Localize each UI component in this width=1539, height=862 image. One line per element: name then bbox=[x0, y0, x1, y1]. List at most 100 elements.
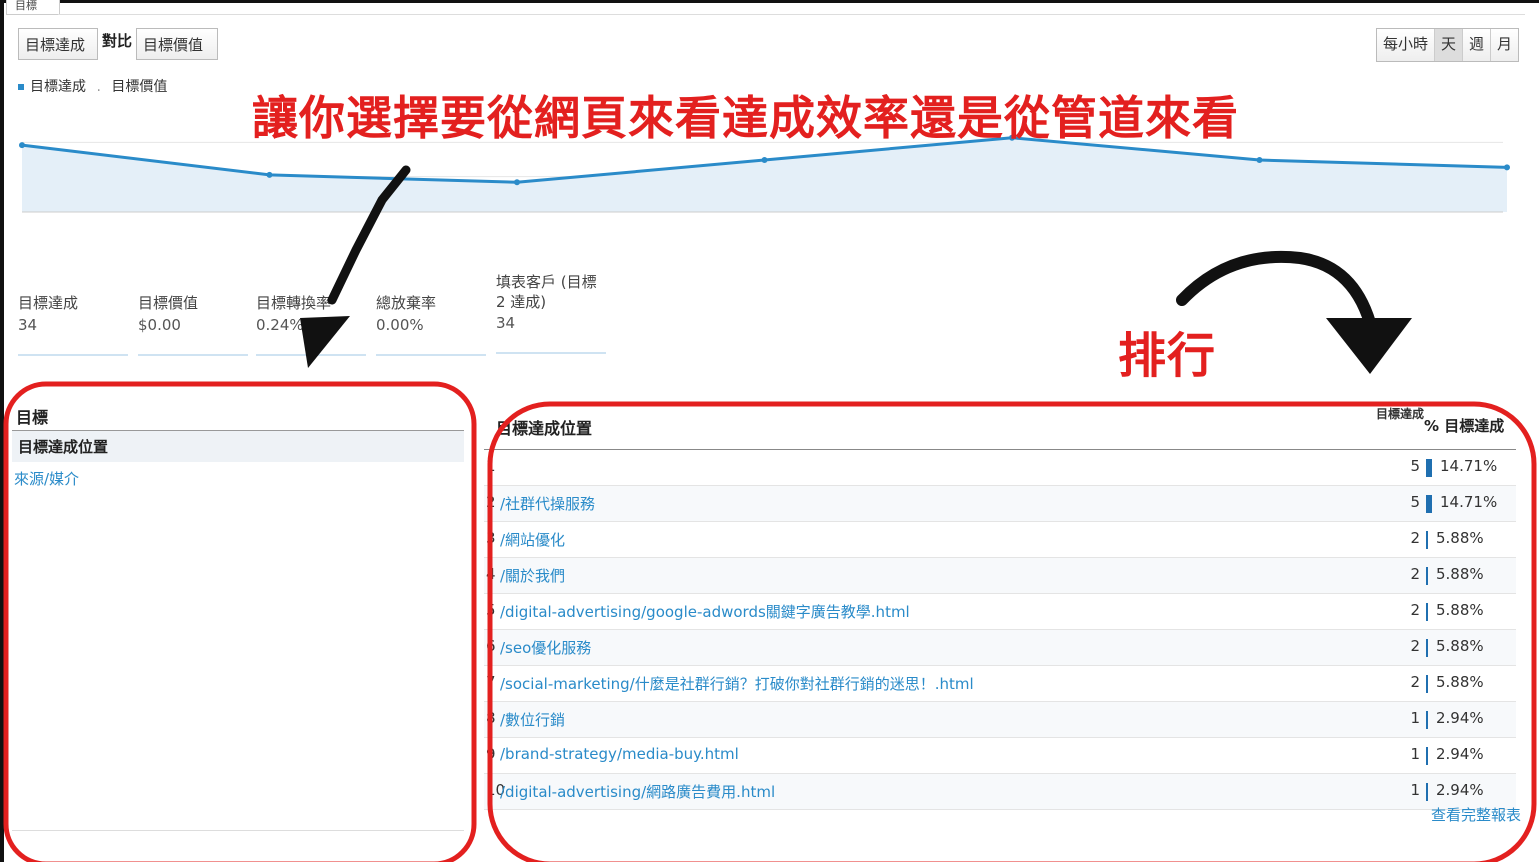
metric-value: 34 bbox=[18, 316, 38, 334]
row-index: 7 bbox=[486, 673, 496, 691]
row-count: 2 bbox=[1410, 637, 1420, 655]
row-page-link[interactable]: /數位行銷 bbox=[500, 709, 565, 730]
row-page-link[interactable]: /digital-advertising/網路廣告費用.html bbox=[500, 781, 775, 802]
table-row: 1 5 14.71% bbox=[484, 450, 1516, 486]
left-panel-divider bbox=[12, 830, 464, 831]
row-index: 1 bbox=[486, 457, 496, 475]
metric-a-select[interactable]: 目標達成 bbox=[18, 28, 98, 60]
metric-value: 0.00% bbox=[376, 316, 424, 334]
row-count: 1 bbox=[1410, 745, 1420, 763]
row-count: 5 bbox=[1410, 493, 1420, 511]
row-pct: 5.88% bbox=[1436, 637, 1484, 655]
row-page-link[interactable]: /網站優化 bbox=[500, 529, 565, 550]
row-index: 9 bbox=[486, 745, 496, 763]
report-tab[interactable]: 目標 bbox=[6, 0, 60, 15]
row-page-link[interactable]: /關於我們 bbox=[500, 565, 565, 586]
row-page-link[interactable]: /seo優化服務 bbox=[500, 637, 591, 658]
row-pct-bar bbox=[1426, 531, 1428, 549]
metric-value: $0.00 bbox=[138, 316, 181, 334]
metric-value: 0.24% bbox=[256, 316, 304, 334]
metric-label: 總放棄率 bbox=[376, 294, 437, 312]
annotation-top: 讓你選擇要從網頁來看達成效率還是從管道來看 bbox=[252, 91, 1239, 145]
series-point[interactable] bbox=[1256, 157, 1263, 163]
row-index: 2 bbox=[486, 493, 496, 511]
row-index: 6 bbox=[486, 637, 496, 655]
row-page-link[interactable]: /社群代操服務 bbox=[500, 493, 595, 514]
table-header: 目標達成位置 目標達成 % 目標達成 bbox=[484, 405, 1516, 450]
granularity-option[interactable]: 每小時 bbox=[1376, 29, 1435, 61]
series-area bbox=[22, 137, 1507, 212]
row-pct: 2.94% bbox=[1436, 709, 1484, 727]
metric-card[interactable]: 填表客戶 (目標 2 達成) 34 bbox=[496, 272, 608, 354]
row-index: 4 bbox=[486, 565, 496, 583]
row-count: 1 bbox=[1410, 709, 1420, 727]
col-page-header[interactable]: 目標達成位置 bbox=[496, 415, 592, 439]
row-pct-bar bbox=[1426, 639, 1428, 657]
series-dot-icon bbox=[18, 84, 24, 90]
col-pct-header[interactable]: % 目標達成 bbox=[1424, 415, 1504, 436]
row-page-link[interactable]: /brand-strategy/media-buy.html bbox=[500, 745, 739, 763]
row-pct: 2.94% bbox=[1436, 781, 1484, 799]
row-index: 5 bbox=[486, 601, 496, 619]
table-row: 3/網站優化 2 5.88% bbox=[484, 522, 1516, 558]
metric-sparkline bbox=[496, 332, 606, 354]
row-count: 2 bbox=[1410, 529, 1420, 547]
row-pct: 5.88% bbox=[1436, 565, 1484, 583]
metric-b-select[interactable]: 目標價值 bbox=[136, 28, 218, 60]
table-row: 2/社群代操服務 5 14.71% bbox=[484, 486, 1516, 522]
row-pct: 14.71% bbox=[1440, 493, 1498, 511]
series-point[interactable] bbox=[19, 142, 25, 149]
dimension-selected[interactable]: 目標達成位置 bbox=[12, 430, 464, 462]
chart-legend: 目標達成 . 目標價值 bbox=[18, 76, 167, 96]
table-row: 7/social-marketing/什麼是社群行銷？打破你對社群行銷的迷思！.… bbox=[484, 666, 1516, 702]
metric-label: 填表客戶 (目標 2 達成) bbox=[496, 273, 597, 311]
row-index: 8 bbox=[486, 709, 496, 727]
row-page-link[interactable]: /digital-advertising/google-adwords關鍵字廣告… bbox=[500, 601, 910, 622]
row-count: 2 bbox=[1410, 673, 1420, 691]
metric-sparkline bbox=[138, 334, 248, 356]
granularity-option[interactable]: 月 bbox=[1490, 29, 1518, 61]
row-pct: 14.71% bbox=[1440, 457, 1498, 475]
metric-label: 目標轉換率 bbox=[256, 294, 332, 312]
granularity-option[interactable]: 天 bbox=[1434, 29, 1463, 61]
metric-sparkline bbox=[18, 334, 128, 356]
metric-sparkline bbox=[256, 334, 366, 356]
metric-label: 目標價值 bbox=[138, 294, 199, 312]
table-row: 6/seo優化服務 2 5.88% bbox=[484, 630, 1516, 666]
table-row: 4/關於我們 2 5.88% bbox=[484, 558, 1516, 594]
metric-card[interactable]: 目標價值 $0.00 bbox=[138, 292, 250, 356]
series-point[interactable] bbox=[1504, 164, 1510, 171]
col-count-header[interactable]: 目標達成 bbox=[1362, 407, 1424, 421]
row-pct-bar bbox=[1426, 603, 1428, 621]
dimension-link-source-medium[interactable]: 來源/媒介 bbox=[14, 468, 79, 489]
row-count: 2 bbox=[1410, 601, 1420, 619]
row-pct: 5.88% bbox=[1436, 529, 1484, 547]
row-pct: 2.94% bbox=[1436, 745, 1484, 763]
granularity-option[interactable]: 週 bbox=[1462, 29, 1491, 61]
row-pct-bar bbox=[1426, 711, 1428, 729]
table-row: 5/digital-advertising/google-adwords關鍵字廣… bbox=[484, 594, 1516, 630]
row-pct: 5.88% bbox=[1436, 601, 1484, 619]
view-full-report-link[interactable]: 查看完整報表 bbox=[1431, 804, 1521, 825]
row-count: 1 bbox=[1410, 781, 1420, 799]
table-body: 1 5 14.71% 2/社群代操服務 5 14.71% 3/網站優化 2 5.88% 4/關於我… bbox=[484, 450, 1516, 810]
row-pct: 5.88% bbox=[1436, 673, 1484, 691]
table-row: 9/brand-strategy/media-buy.html 1 2.94% bbox=[484, 738, 1516, 774]
annotation-ranking: 排行 bbox=[1118, 328, 1217, 384]
series-point[interactable] bbox=[761, 157, 768, 163]
row-pct-bar bbox=[1426, 459, 1432, 477]
metric-card[interactable]: 總放棄率 0.00% bbox=[376, 292, 488, 356]
series-point[interactable] bbox=[266, 171, 273, 178]
metric-card[interactable]: 目標轉換率 0.24% bbox=[256, 292, 368, 356]
row-count: 2 bbox=[1410, 565, 1420, 583]
metric-sparkline bbox=[376, 334, 486, 356]
row-page-link[interactable]: /social-marketing/什麼是社群行銷？打破你對社群行銷的迷思！.h… bbox=[500, 673, 974, 694]
legend-series-b: 目標價值 bbox=[111, 79, 168, 95]
table-row: 10/digital-advertising/網路廣告費用.html 1 2.94% bbox=[484, 774, 1516, 810]
row-pct-bar bbox=[1426, 495, 1432, 513]
vs-label: 對比 bbox=[102, 32, 133, 50]
metric-value: 34 bbox=[496, 314, 516, 332]
series-point[interactable] bbox=[514, 179, 520, 186]
row-pct-bar bbox=[1426, 783, 1428, 801]
metric-card[interactable]: 目標達成 34 bbox=[18, 292, 130, 356]
